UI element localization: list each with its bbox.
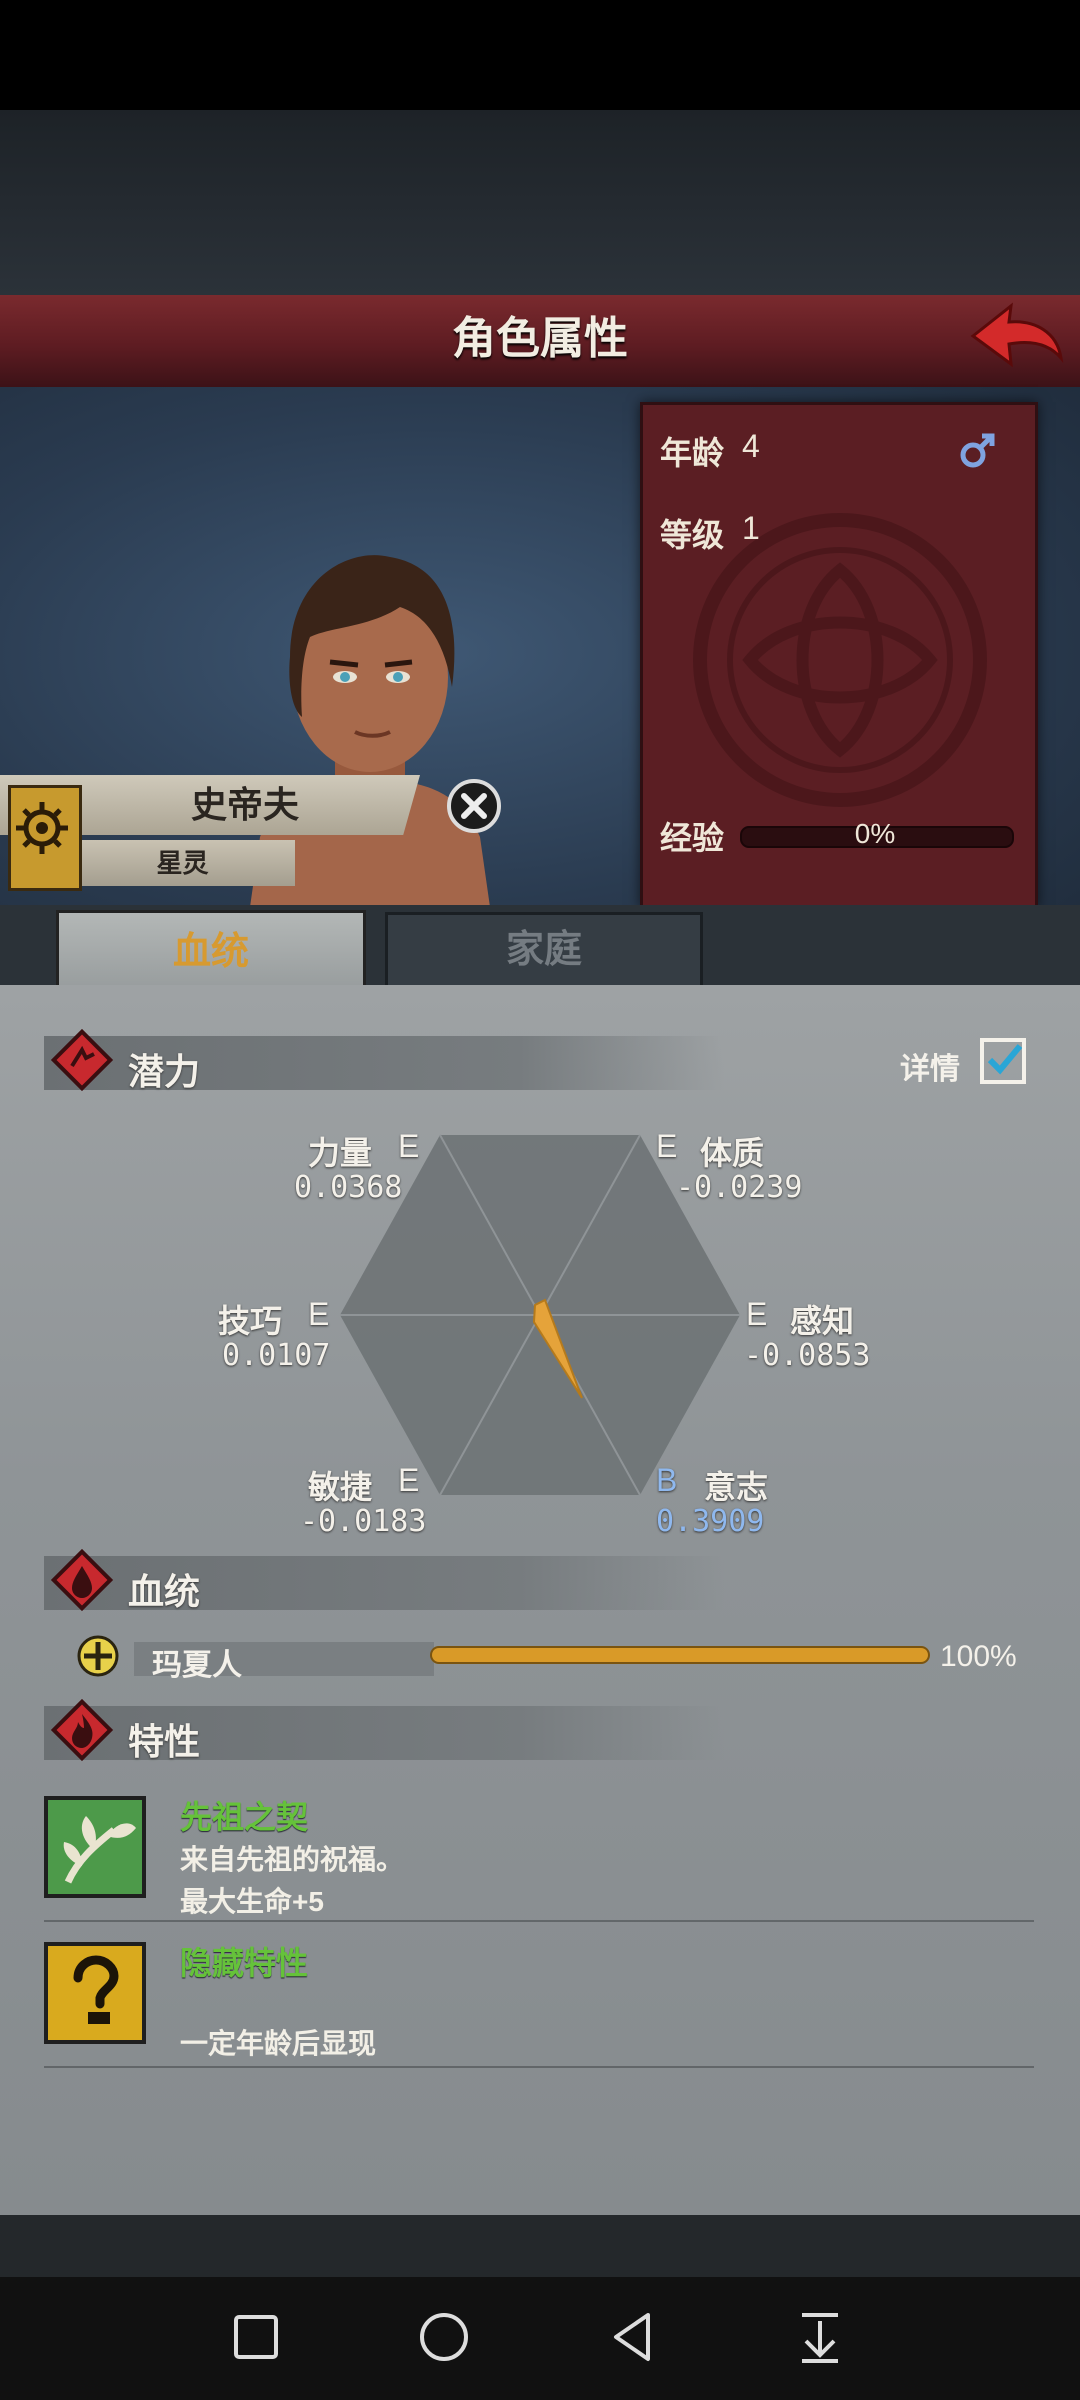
notification-button[interactable] — [780, 2297, 860, 2377]
trait-divider — [44, 2066, 1034, 2068]
dismiss-button[interactable] — [446, 778, 502, 834]
potential-diamond-icon — [50, 1028, 114, 1092]
detail-label: 详情 — [900, 1053, 960, 1086]
detail-checkbox[interactable] — [980, 1038, 1026, 1084]
home-button[interactable] — [404, 2297, 484, 2377]
leaf-branch-icon — [63, 1816, 136, 1884]
circle-home-icon — [420, 2313, 468, 2361]
attr-will-name: 意志 — [704, 1469, 769, 1505]
character-subtitle: 星灵 — [156, 848, 209, 878]
tab-family[interactable]: 家庭 — [385, 912, 703, 988]
character-name: 史帝夫 — [190, 784, 299, 825]
attr-skill-value: 0.0107 — [222, 1338, 331, 1373]
traits-title: 特性 — [128, 1721, 201, 1762]
page-title: 角色属性 — [452, 314, 628, 363]
square-nav-icon — [234, 2315, 278, 2359]
attr-constitution-name: 体质 — [700, 1135, 765, 1171]
exp-value: 0% — [854, 818, 896, 849]
blood-drop-icon — [50, 1548, 114, 1612]
trait-1-desc-1: 来自先祖的祝福。 — [180, 1844, 405, 1875]
attr-constitution-value: -0.0239 — [676, 1170, 803, 1205]
potential-title: 潜力 — [128, 1051, 201, 1092]
attr-will-value: 0.3909 — [656, 1504, 765, 1539]
triangle-back-icon — [614, 2313, 650, 2361]
down-arrow-icon — [802, 2313, 838, 2363]
tab-bloodline[interactable]: 血统 — [56, 910, 366, 991]
tab-family-label: 家庭 — [505, 929, 582, 971]
back-button[interactable] — [965, 298, 1065, 378]
trait-ancestral-icon[interactable] — [44, 1796, 146, 1898]
attr-skill-name: 技巧 — [218, 1303, 283, 1339]
bloodline-title: 血统 — [128, 1571, 201, 1612]
attr-skill-grade: E — [308, 1296, 330, 1332]
status-area — [0, 0, 1080, 110]
level-label: 等级 — [660, 517, 725, 553]
trait-2-desc-2: 一定年龄后显现 — [180, 2028, 377, 2059]
attr-perception-value: -0.0853 — [744, 1338, 871, 1373]
age-value: 4 — [742, 428, 760, 464]
trait-2-name: 隐藏特性 — [180, 1945, 309, 1981]
attr-will-grade: B — [656, 1462, 678, 1498]
trait-1-desc-2: 最大生命+5 — [180, 1886, 324, 1917]
bloodline-percent: 100% — [940, 1640, 1017, 1673]
top-backdrop — [0, 110, 1080, 295]
trait-divider — [44, 1920, 1034, 1922]
trait-hidden-icon[interactable] — [44, 1942, 146, 2044]
system-navbar — [0, 2277, 1080, 2400]
question-mark-icon — [73, 1955, 119, 2024]
level-value: 1 — [742, 510, 760, 546]
bloodline-name: 玛夏人 — [152, 1649, 242, 1682]
trait-1-name: 先祖之契 — [180, 1799, 309, 1835]
celtic-knot-emblem — [693, 513, 987, 807]
flame-icon — [50, 1698, 114, 1762]
attr-strength-value: 0.0368 — [294, 1170, 403, 1205]
bloodline-cross-icon — [77, 1635, 119, 1677]
attr-constitution-grade: E — [656, 1128, 678, 1164]
attr-strength-name: 力量 — [308, 1135, 373, 1171]
tab-bloodline-label: 血统 — [172, 931, 249, 973]
attr-agility-name: 敏捷 — [308, 1469, 373, 1505]
recent-apps-button[interactable] — [216, 2297, 296, 2377]
attr-strength-grade: E — [398, 1128, 420, 1164]
attr-agility-grade: E — [398, 1462, 420, 1498]
bottom-bar — [0, 2215, 1080, 2277]
attr-perception-grade: E — [746, 1296, 768, 1332]
attr-perception-name: 感知 — [790, 1303, 855, 1339]
close-icon — [447, 779, 501, 833]
back-arrow-icon — [970, 302, 1064, 368]
check-icon — [987, 1044, 1023, 1075]
system-back-button[interactable] — [592, 2297, 672, 2377]
male-icon — [958, 430, 998, 470]
attr-agility-value: -0.0183 — [300, 1504, 427, 1539]
exp-label: 经验 — [660, 820, 725, 856]
bloodline-progress-bar — [432, 1648, 928, 1662]
age-label: 年龄 — [660, 435, 725, 471]
